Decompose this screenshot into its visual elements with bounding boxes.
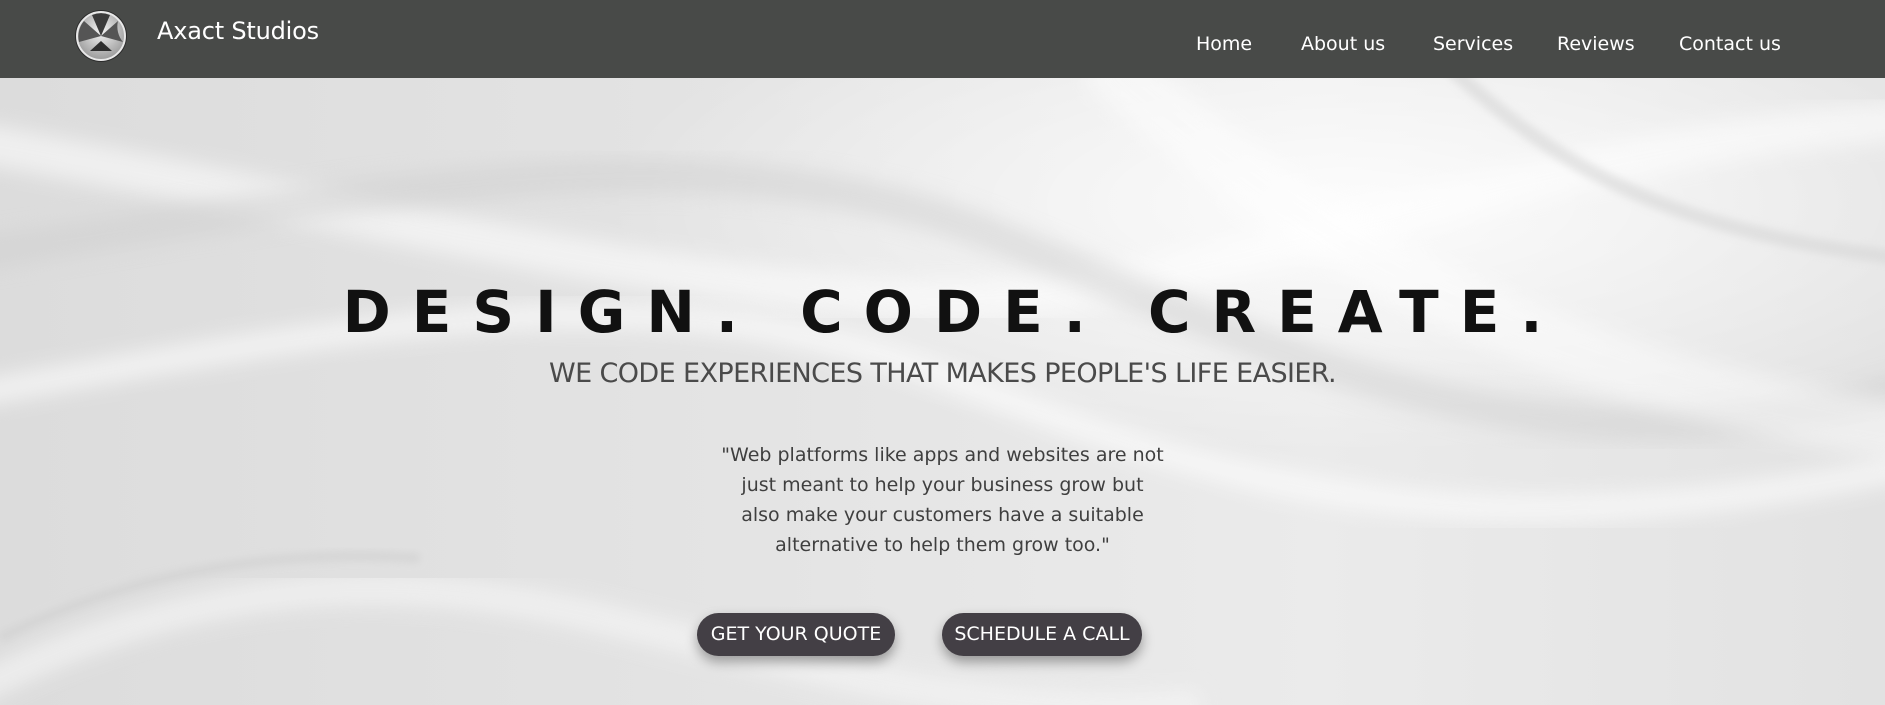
quote-line: also make your customers have a suitable	[741, 504, 1144, 526]
hero-background	[0, 78, 1885, 705]
nav-home[interactable]: Home	[1196, 33, 1252, 55]
hero-section: DESIGN. CODE. CREATE. WE CODE EXPERIENCE…	[0, 78, 1885, 705]
page: Axact Studios Home About us Services Rev…	[0, 0, 1885, 705]
nav-contact-us[interactable]: Contact us	[1679, 33, 1781, 55]
main-nav: Home About us Services Reviews Contact u…	[0, 0, 1885, 78]
get-your-quote-button[interactable]: GET YOUR QUOTE	[697, 613, 895, 656]
quote-line: just meant to help your business grow bu…	[741, 474, 1144, 496]
quote-line: "Web platforms like apps and websites ar…	[721, 444, 1164, 466]
schedule-a-call-button[interactable]: SCHEDULE A CALL	[942, 613, 1142, 656]
hero-headline: DESIGN. CODE. CREATE.	[342, 278, 1564, 346]
hero-subheadline: WE CODE EXPERIENCES THAT MAKES PEOPLE'S …	[548, 358, 1337, 389]
quote-line: alternative to help them grow too."	[775, 534, 1110, 556]
navbar: Axact Studios Home About us Services Rev…	[0, 0, 1885, 78]
nav-about-us[interactable]: About us	[1301, 33, 1385, 55]
nav-reviews[interactable]: Reviews	[1557, 33, 1635, 55]
hero-quote: "Web platforms like apps and websites ar…	[0, 440, 1885, 560]
nav-services[interactable]: Services	[1433, 33, 1513, 55]
